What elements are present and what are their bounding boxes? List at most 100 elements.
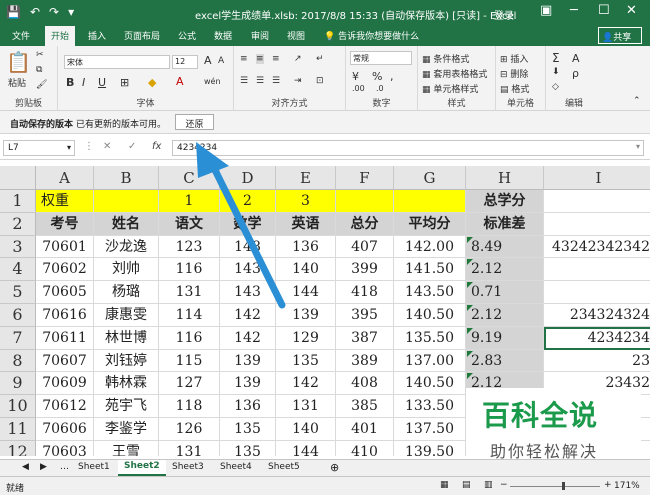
conditional-format-button[interactable]: ▦ 条件格式	[422, 52, 469, 65]
column-title[interactable]: 平均分	[394, 212, 466, 236]
login-link[interactable]: 登录	[494, 7, 514, 22]
tab-home[interactable]: 开始	[45, 26, 76, 46]
column-title[interactable]: 标准差	[466, 212, 544, 236]
undo-icon[interactable]: ↶	[30, 5, 40, 19]
column-header-e[interactable]: E	[276, 166, 336, 190]
row-header-8[interactable]: 8	[0, 349, 36, 373]
page-layout-view-icon[interactable]: ▤	[462, 480, 471, 490]
insert-function-icon[interactable]: fx	[152, 141, 161, 152]
row-header-10[interactable]: 10	[0, 395, 36, 418]
table-cell[interactable]: 70601	[36, 235, 94, 259]
table-cell[interactable]: 韩林霖	[94, 372, 159, 396]
sheet-ellipsis[interactable]: …	[60, 462, 69, 472]
row-header-6[interactable]: 6	[0, 304, 36, 327]
table-cell[interactable]: 林世博	[94, 326, 159, 350]
table-cell[interactable]: 385	[336, 395, 394, 418]
sheet-prev-icon[interactable]: ◀	[22, 462, 29, 472]
add-sheet-icon[interactable]: ⊕	[330, 461, 339, 474]
tab-view[interactable]: 视图	[287, 29, 305, 42]
table-cell[interactable]: 70602	[36, 258, 94, 282]
column-title[interactable]: 语文	[159, 212, 220, 236]
row-header-2[interactable]: 2	[0, 212, 36, 236]
table-cell[interactable]: 70607	[36, 349, 94, 373]
table-cell[interactable]: 399	[336, 258, 394, 282]
cell-row1-d[interactable]: 2	[220, 190, 276, 213]
table-cell[interactable]: 139	[220, 372, 276, 396]
enter-icon[interactable]: ✓	[128, 141, 136, 152]
table-cell[interactable]: 8.49	[466, 235, 544, 259]
column-header-a[interactable]: A	[36, 166, 94, 190]
zoom-out-icon[interactable]: −	[500, 480, 508, 490]
insert-cells-button[interactable]: ⊞ 插入	[500, 52, 528, 65]
table-cell[interactable]: 70612	[36, 395, 94, 418]
row-header-9[interactable]: 9	[0, 372, 36, 396]
table-cell[interactable]: 410	[336, 440, 394, 456]
increase-decimal-icon[interactable]: .00	[352, 84, 365, 93]
table-cell[interactable]: 131	[276, 395, 336, 418]
table-cell[interactable]: 70616	[36, 304, 94, 327]
table-cell[interactable]: 70609	[36, 372, 94, 396]
table-cell[interactable]: 苑宇飞	[94, 395, 159, 418]
normal-view-icon[interactable]: ▦	[440, 480, 449, 490]
table-cell[interactable]: 杨璐	[94, 281, 159, 304]
align-top-icon[interactable]: ≡	[240, 54, 248, 64]
find-select-button[interactable]: ρ	[572, 67, 579, 80]
table-cell[interactable]: 418	[336, 281, 394, 304]
minimize-icon[interactable]: ─	[570, 3, 578, 18]
cell-row1-h[interactable]: 总学分	[466, 190, 544, 213]
sheet-next-icon[interactable]: ▶	[40, 462, 47, 472]
table-cell[interactable]: 144	[276, 440, 336, 456]
table-cell[interactable]: 141.50	[394, 258, 466, 282]
align-left-icon[interactable]: ☰	[240, 76, 248, 86]
extra-cell[interactable]: 23	[544, 350, 650, 373]
format-painter-icon[interactable]: 🖌	[36, 80, 47, 90]
sort-filter-button[interactable]: A	[572, 52, 580, 65]
sheet-tab-1[interactable]: Sheet1	[78, 462, 110, 472]
percent-button[interactable]: %	[372, 70, 382, 83]
comma-button[interactable]: ,	[390, 70, 394, 83]
expand-formula-icon[interactable]: ▾	[636, 142, 640, 151]
page-break-view-icon[interactable]: ▥	[484, 480, 493, 490]
column-title[interactable]: 考号	[36, 212, 94, 236]
currency-button[interactable]: ¥	[352, 70, 359, 83]
orientation-icon[interactable]: ↗	[294, 54, 302, 64]
tab-file[interactable]: 文件	[12, 29, 30, 42]
row-header-1[interactable]: 1	[0, 190, 36, 213]
extra-cell[interactable]: 43242342342	[544, 236, 650, 259]
wrap-text-icon[interactable]: ↵	[316, 54, 324, 64]
format-as-table-button[interactable]: ▦ 套用表格格式	[422, 67, 487, 80]
ribbon-display-icon[interactable]: ▣	[540, 3, 552, 18]
customize-qat-icon[interactable]: ▾	[68, 5, 74, 19]
redo-icon[interactable]: ↷	[49, 5, 59, 19]
border-icon[interactable]: ⊞	[120, 76, 129, 89]
phonetic-button[interactable]: wén	[204, 77, 221, 86]
number-format-select[interactable]: 常规	[350, 51, 412, 65]
sheet-tab-2[interactable]: Sheet2	[118, 460, 166, 476]
tab-data[interactable]: 数据	[214, 29, 232, 42]
table-cell[interactable]: 127	[159, 372, 220, 396]
extra-cell[interactable]	[544, 281, 650, 304]
table-cell[interactable]: 387	[336, 326, 394, 350]
align-center-icon[interactable]: ☰	[256, 76, 264, 86]
font-size-select[interactable]: 12	[172, 55, 198, 69]
table-cell[interactable]: 140	[276, 258, 336, 282]
save-icon[interactable]: 💾	[6, 5, 21, 19]
table-cell[interactable]: 142.00	[394, 235, 466, 259]
table-cell[interactable]: 139	[276, 304, 336, 327]
column-header-d[interactable]: D	[220, 166, 276, 190]
column-header-b[interactable]: B	[94, 166, 159, 190]
column-header-f[interactable]: F	[336, 166, 394, 190]
clear-icon[interactable]: ◇	[552, 82, 559, 92]
cell-row1-b[interactable]	[94, 190, 159, 213]
table-cell[interactable]: 70606	[36, 418, 94, 441]
cell-styles-button[interactable]: ▦ 单元格样式	[422, 82, 478, 95]
zoom-in-icon[interactable]: +	[604, 480, 612, 490]
table-cell[interactable]: 136	[276, 235, 336, 259]
copy-icon[interactable]: ⧉	[36, 65, 42, 75]
table-cell[interactable]: 116	[159, 258, 220, 282]
table-cell[interactable]: 刘钰婷	[94, 349, 159, 373]
table-cell[interactable]: 136	[220, 395, 276, 418]
table-cell[interactable]: 135	[220, 418, 276, 441]
table-cell[interactable]: 137.50	[394, 418, 466, 441]
table-cell[interactable]: 131	[159, 281, 220, 304]
